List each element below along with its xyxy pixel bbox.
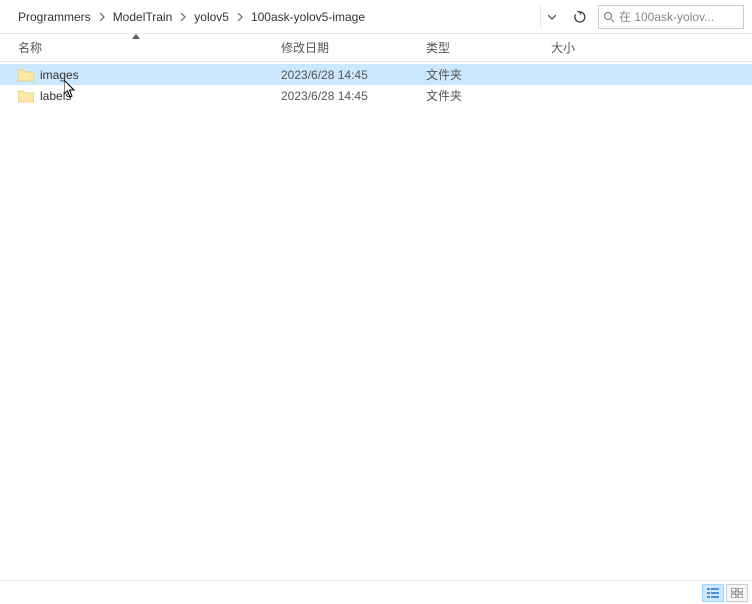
- file-list[interactable]: images 2023/6/28 14:45 文件夹 labels 2023/6…: [0, 62, 752, 106]
- icons-view-icon: [731, 588, 743, 598]
- view-details-button[interactable]: [702, 584, 724, 602]
- refresh-button[interactable]: [566, 3, 594, 31]
- file-type: 文件夹: [418, 66, 543, 83]
- column-headers: 名称 修改日期 类型 大小: [0, 34, 752, 62]
- breadcrumb-item[interactable]: 100ask-yolov5-image: [245, 6, 371, 28]
- search-input[interactable]: 在 100ask-yolov...: [598, 5, 744, 29]
- column-header-name[interactable]: 名称: [0, 34, 273, 61]
- status-bar: [0, 580, 752, 604]
- breadcrumb-item[interactable]: yolov5: [188, 6, 235, 28]
- list-item[interactable]: images 2023/6/28 14:45 文件夹: [0, 64, 752, 85]
- breadcrumb[interactable]: Programmers ModelTrain yolov5 100ask-yol…: [6, 0, 536, 33]
- sort-ascending-icon: [132, 34, 140, 39]
- list-item[interactable]: labels 2023/6/28 14:45 文件夹: [0, 85, 752, 106]
- search-placeholder: 在 100ask-yolov...: [619, 8, 739, 25]
- file-name: labels: [40, 89, 71, 103]
- file-modified: 2023/6/28 14:45: [273, 89, 418, 103]
- column-header-type[interactable]: 类型: [418, 34, 543, 61]
- column-header-modified[interactable]: 修改日期: [273, 34, 418, 61]
- history-dropdown[interactable]: [540, 6, 562, 28]
- view-icons-button[interactable]: [726, 584, 748, 602]
- breadcrumb-item[interactable]: ModelTrain: [107, 6, 179, 28]
- chevron-right-icon[interactable]: [180, 13, 186, 21]
- file-name: images: [40, 68, 79, 82]
- address-toolbar: Programmers ModelTrain yolov5 100ask-yol…: [0, 0, 752, 34]
- breadcrumb-item[interactable]: Programmers: [12, 6, 97, 28]
- file-type: 文件夹: [418, 87, 543, 104]
- chevron-right-icon[interactable]: [99, 13, 105, 21]
- folder-icon: [18, 89, 34, 103]
- refresh-icon: [573, 10, 587, 24]
- file-modified: 2023/6/28 14:45: [273, 68, 418, 82]
- chevron-down-icon: [548, 14, 556, 20]
- search-icon: [603, 11, 615, 23]
- column-header-size[interactable]: 大小: [543, 34, 643, 61]
- details-view-icon: [707, 588, 719, 598]
- chevron-right-icon[interactable]: [237, 13, 243, 21]
- folder-icon: [18, 68, 34, 82]
